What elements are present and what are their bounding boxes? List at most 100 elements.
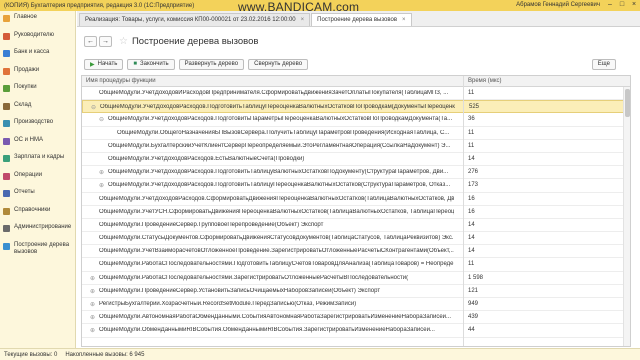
- expand-toggle-icon[interactable]: ⊕: [90, 288, 95, 295]
- tab-call-tree[interactable]: Построение дерева вызовов ×: [311, 13, 412, 26]
- tab-label: Реализация: Товары, услуги, комиссия КП0…: [85, 17, 296, 23]
- table-row[interactable]: ⊕ ОбщиеМодули.ОбменДаннымиRIBСобытия.Обме…: [82, 324, 630, 338]
- sidebar-item[interactable]: Покупки: [0, 81, 75, 99]
- forward-button[interactable]: →: [99, 36, 112, 47]
- expand-toggle-icon[interactable]: ⊖: [91, 104, 96, 111]
- call-time: 11: [468, 129, 475, 136]
- sidebar-item-label: Зарплата и кадры: [14, 154, 65, 160]
- close-icon[interactable]: ×: [630, 1, 638, 9]
- table-row[interactable]: ⊕ ОбщиеМодули.РаботаСПоследовательностями…: [82, 272, 630, 285]
- table-row[interactable]: ОбщиеМодули.УчетДоходовИРасходовПредприн…: [82, 87, 630, 101]
- finish-button[interactable]: ■ Закончить: [127, 58, 175, 70]
- sidebar-item[interactable]: Производство: [0, 116, 75, 134]
- call-time: 173: [468, 182, 479, 189]
- procedure-name: ОбщиеМодули.РаботаСПоследовательностями.…: [99, 261, 454, 268]
- sidebar-item-label: Руководителю: [14, 31, 55, 38]
- start-button[interactable]: ▶ Начать: [84, 58, 124, 70]
- vertical-scrollbar[interactable]: [623, 87, 630, 346]
- sidebar-item[interactable]: Зарплата и кадры: [0, 151, 75, 169]
- back-button[interactable]: ←: [84, 36, 97, 47]
- sidebar-item-label: Банк и касса: [14, 49, 50, 55]
- expand-tree-button[interactable]: Развернуть дерево: [178, 58, 245, 70]
- table-row[interactable]: ОбщиеМодули.СтатусыДокументов.Сформирова…: [82, 232, 630, 246]
- close-icon[interactable]: ×: [402, 17, 406, 23]
- total-calls: Накопленные вызовы: 6 945: [65, 351, 145, 358]
- more-button[interactable]: Еще: [591, 58, 616, 70]
- close-icon[interactable]: ×: [301, 17, 305, 23]
- page-title: Построение дерева вызовов: [131, 36, 259, 47]
- table-row[interactable]: ⊕ ОбщиеМодули.УчетДоходовРасходов.Подгото…: [82, 179, 630, 193]
- expand-toggle-icon[interactable]: ⊕: [99, 169, 104, 176]
- window-title: (КОПИЯ) Бухгалтерия предприятия, редакци…: [4, 2, 195, 9]
- call-time: 44: [468, 327, 475, 334]
- table-row[interactable]: ⊖ ОбщиеМодули.УчетДоходовРасходов.Подгото…: [82, 113, 630, 127]
- sidebar-item[interactable]: Банк и касса: [0, 46, 75, 64]
- more-label: Еще: [597, 61, 610, 67]
- column-header-time[interactable]: Время (мкс): [468, 78, 502, 84]
- section-icon: [3, 120, 10, 127]
- table-row[interactable]: ⊕ РегистрыБухгалтерии.Хозрасчетный.Record…: [82, 298, 630, 312]
- sidebar-item-label: Отчеты: [14, 189, 35, 195]
- table-row[interactable]: ОбщиеМодули.УчетУСН.СформироватьДвижения…: [82, 206, 630, 219]
- sidebar-item[interactable]: Операции: [0, 169, 75, 187]
- table-row[interactable]: ОбщиеМодули.ПроведениеСервер.ГрупповоеПе…: [82, 219, 630, 233]
- section-icon: [3, 85, 10, 92]
- procedure-name: ОбщиеМодули.УчетДоходовРасходов.Сформиро…: [99, 195, 454, 202]
- expand-toggle-icon[interactable]: ⊕: [90, 314, 95, 321]
- sidebar-item[interactable]: Администрирование: [0, 221, 75, 239]
- expand-toggle-icon[interactable]: ⊕: [90, 327, 95, 334]
- maximize-icon[interactable]: □: [618, 1, 626, 9]
- column-header-name[interactable]: Имя процедуры функции: [86, 78, 156, 84]
- sidebar-item[interactable]: Отчеты: [0, 186, 75, 204]
- table-row[interactable]: ⊕ ОбщиеМодули.ПроведениеСервер.Установить…: [82, 285, 630, 298]
- table-row[interactable]: ОбщиеМодули.БухгалтерскийУчетКлиентСерве…: [82, 140, 630, 153]
- table-row[interactable]: ОбщиеМодули.УчетДоходовРасходов.Сформиро…: [82, 193, 630, 206]
- procedure-name: ОбщиеМодули.УчетДоходовРасходов.Подготов…: [108, 169, 449, 176]
- procedure-name: ОбщиеМодули.УчетДоходовРасходов.Подготов…: [108, 182, 451, 189]
- tab-realization[interactable]: Реализация: Товары, услуги, комиссия КП0…: [79, 13, 311, 26]
- sidebar-item[interactable]: Продажи: [0, 64, 75, 82]
- procedure-name: ОбщиеМодули.УчетВзаиморасчетовОтложенное…: [99, 248, 454, 255]
- sidebar-item[interactable]: Построение дерева вызовов: [0, 239, 75, 261]
- call-time: 121: [468, 287, 479, 294]
- sidebar-item[interactable]: Склад: [0, 99, 75, 117]
- procedure-name: ОбщиеМодули.УчетДоходовИРасходовПредприн…: [99, 90, 449, 96]
- minimize-icon[interactable]: –: [606, 1, 614, 9]
- finish-label: Закончить: [140, 61, 169, 67]
- tab-bar: Реализация: Товары, услуги, комиссия КП0…: [77, 11, 640, 27]
- table-row[interactable]: ⊕ ОбщиеМодули.АвтономнаяРаботаОбменДанным…: [82, 311, 630, 325]
- expand-toggle-icon[interactable]: ⊕: [90, 275, 95, 282]
- call-time: 11: [468, 261, 475, 268]
- procedure-name: ОбщиеМодули.СтатусыДокументов.Сформирова…: [99, 235, 454, 242]
- table-row[interactable]: ОбщиеМодули.РаботаСПоследовательностями.…: [82, 258, 630, 272]
- sidebar-item-label: Справочники: [14, 206, 51, 213]
- table-row[interactable]: ⊕ ОбщиеМодули.УчетДоходовРасходов.Подгото…: [82, 166, 630, 180]
- expand-toggle-icon[interactable]: ⊖: [99, 116, 104, 123]
- section-icon: [3, 50, 10, 57]
- favorite-star-icon[interactable]: ☆: [119, 36, 128, 47]
- start-label: Начать: [97, 61, 118, 67]
- scrollbar-thumb[interactable]: [625, 89, 630, 117]
- column-divider: [463, 76, 464, 346]
- call-time: 14: [468, 221, 475, 228]
- sidebar-item[interactable]: Главное: [0, 11, 75, 29]
- procedure-name: ОбщиеМодули.УчетДоходовРасходов.Подготов…: [108, 116, 453, 123]
- table-row[interactable]: ОбщиеМодули.УчетДоходовРасходов.ЕстьВалю…: [82, 153, 630, 167]
- expand-toggle-icon[interactable]: ⊕: [90, 301, 95, 308]
- table-row[interactable]: ⊖ ОбщиеМодули.УчетДоходовРасходов.Подгото…: [82, 100, 630, 114]
- sidebar-item-label: Производство: [14, 119, 54, 125]
- sidebar-item[interactable]: Руководителю: [0, 29, 75, 47]
- call-time: 11: [468, 142, 475, 149]
- sidebar-item[interactable]: ОС и НМА: [0, 134, 75, 152]
- play-icon: ▶: [90, 61, 95, 68]
- current-calls: Текущие вызовы: 0: [4, 351, 58, 358]
- user-name[interactable]: Абрамов Геннадий Сергеевич: [516, 2, 600, 8]
- sidebar-item[interactable]: Справочники: [0, 204, 75, 222]
- call-time: 14: [468, 155, 475, 162]
- sidebar-item-label: Продажи: [14, 66, 40, 73]
- collapse-tree-button[interactable]: Свернуть дерево: [248, 58, 309, 70]
- sidebar-item-label: Операции: [14, 171, 43, 178]
- table-row[interactable]: ОбщиеМодули.ОбщегоНазначенияБПВызовСерве…: [82, 127, 630, 140]
- expand-toggle-icon[interactable]: ⊕: [99, 182, 104, 189]
- table-row[interactable]: ОбщиеМодули.УчетВзаиморасчетовОтложенное…: [82, 245, 630, 259]
